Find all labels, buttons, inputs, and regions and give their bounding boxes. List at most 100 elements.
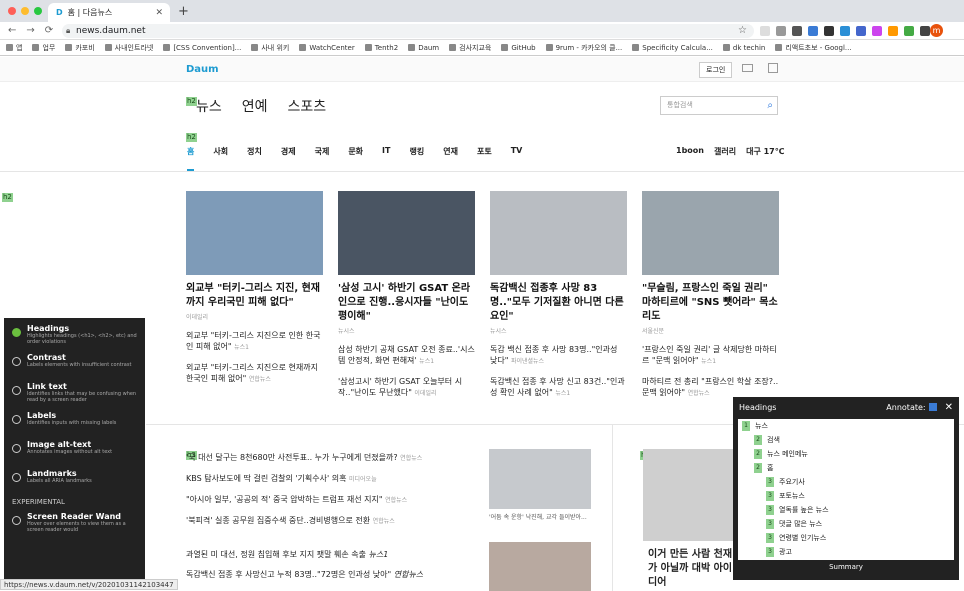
- heading-row[interactable]: 2 뉴스 메인메뉴: [738, 447, 954, 461]
- related-title[interactable]: 외교부 "터키-그리스 지진으로 인한 한국인 피해 없어": [186, 331, 321, 351]
- summary-link[interactable]: Summary: [733, 563, 959, 571]
- radio-icon[interactable]: [12, 415, 21, 424]
- radio-icon[interactable]: [12, 386, 21, 395]
- mail-icon[interactable]: [742, 64, 753, 72]
- login-button[interactable]: 로그인: [699, 62, 733, 78]
- news-title[interactable]: 독감백신 접종후 사망 83명.."모두 기저질환 아니면 다른 요인": [490, 282, 627, 324]
- photo-caption[interactable]: '어둠 속 운항' 낙진해, 교각 들이받아...: [489, 512, 587, 521]
- forward-icon[interactable]: →: [26, 25, 34, 36]
- bookmark-item[interactable]: 사내 위키: [251, 43, 289, 53]
- list-title[interactable]: 과열된 미 대선, 정원 침입해 후보 지지 팻말 훼손 속출: [186, 550, 366, 559]
- related-news[interactable]: '프랑스인 죽일 권리' 글 삭제당한 마하티르 "문맥 읽어야" 뉴스1: [642, 344, 779, 367]
- a11y-option[interactable]: Screen Reader Wand Hover over elements to…: [4, 506, 145, 535]
- window-controls[interactable]: [8, 7, 42, 15]
- menu-item[interactable]: 정치: [247, 146, 262, 171]
- bookmark-item[interactable]: Specificity Calcula...: [632, 44, 713, 52]
- related-news[interactable]: 마하티르 전 총리 "프랑스인 학살 조장?..문맥 읽어야" 연합뉴스: [642, 376, 779, 399]
- news-image[interactable]: [338, 191, 475, 275]
- menu-item[interactable]: 홈: [187, 146, 195, 171]
- tab-close-icon[interactable]: ✕: [155, 8, 163, 18]
- news-card[interactable]: 독감백신 접종후 사망 83명.."모두 기저질환 아니면 다른 요인" 뉴시스 독…: [490, 191, 627, 399]
- heading-row[interactable]: 2홈: [738, 461, 954, 475]
- bookmark-item[interactable]: Daum: [408, 44, 439, 52]
- related-news[interactable]: 외교부 "터키-그리스 지진으로 현재까지 한국인 피해 없어" 연합뉴스: [186, 362, 323, 385]
- photo-thumbnail[interactable]: [489, 449, 591, 509]
- annotate-toggle[interactable]: Annotate:: [886, 403, 937, 412]
- menu-item[interactable]: 포토: [477, 146, 492, 171]
- radio-icon[interactable]: [12, 444, 21, 453]
- radio-icon[interactable]: [12, 328, 21, 337]
- related-news[interactable]: 삼성 하반기 공채 GSAT 오전 종료..'시스템 안정적, 화면 편해져' …: [338, 344, 475, 367]
- apps-grid-icon[interactable]: [768, 63, 778, 73]
- news-card[interactable]: '삼성 고시' 하반기 GSAT 온라인으로 진행..응시자들 "난이도 평이해…: [338, 191, 475, 399]
- heading-row[interactable]: 1 뉴스: [738, 419, 954, 433]
- heading-row[interactable]: 3 댓글 많은 뉴스: [738, 517, 954, 531]
- list-item[interactable]: 과열된 미 대선, 정원 침입해 후보 지지 팻말 훼손 속출 뉴스1: [186, 545, 423, 565]
- bookmark-item[interactable]: dk techin: [722, 44, 765, 52]
- heading-row[interactable]: 3 열독률 높은 뉴스: [738, 503, 954, 517]
- menu-gallery[interactable]: 갤러리: [714, 146, 736, 157]
- tab-entertainment[interactable]: 연예: [242, 96, 268, 116]
- list-title[interactable]: '북피격' 실종 공무원 집중수색 중단..경비병행으로 전환: [186, 516, 370, 525]
- news-title[interactable]: 외교부 "터키-그리스 지진, 현재까지 우리국민 피해 없다": [186, 282, 323, 310]
- list-item[interactable]: '북피격' 실종 공무원 집중수색 중단..경비병행으로 전환 연합뉴스: [186, 511, 422, 532]
- menu-item[interactable]: 연재: [443, 146, 458, 171]
- news-title[interactable]: "무슬림, 프랑스인 죽일 권리" 마하티르에 "SNS 뺏어라" 목소리도: [642, 282, 779, 324]
- bookmark-item[interactable]: 리액트초보 - Googl...: [775, 43, 852, 53]
- bookmark-item[interactable]: Tenth2: [364, 44, 398, 52]
- new-tab-icon[interactable]: +: [178, 4, 189, 19]
- list-title[interactable]: "아시아 일부, '공공의 적' 중국 압박하는 트럼프 재선 지지": [186, 495, 383, 504]
- menu-item[interactable]: 랭킹: [409, 146, 424, 171]
- bookmark-star-icon[interactable]: ☆: [738, 25, 747, 36]
- list-item[interactable]: "아시아 일부, '공공의 적' 중국 압박하는 트럼프 재선 지지" 연합뉴스: [186, 490, 422, 511]
- menu-1boon[interactable]: 1boon: [676, 146, 704, 157]
- related-title[interactable]: 독감 백신 접종 후 사망 83명.."인과성 낮다": [490, 345, 617, 365]
- news-image[interactable]: [490, 191, 627, 275]
- a11y-option[interactable]: Link text Identifies links that may be co…: [4, 376, 145, 405]
- radio-icon[interactable]: [12, 516, 21, 525]
- radio-icon[interactable]: [12, 473, 21, 482]
- related-news[interactable]: '삼성고시' 하반기 GSAT 오늘부터 시작.."난이도 무난했다" 이데일리: [338, 376, 475, 399]
- news-card[interactable]: "무슬림, 프랑스인 죽일 권리" 마하티르에 "SNS 뺏어라" 목소리도 서울…: [642, 191, 779, 399]
- menu-item[interactable]: 국제: [315, 146, 330, 171]
- list-title[interactable]: KBS 탐사보도에 딱 걸린 검찰의 '기획수사' 의혹: [186, 474, 346, 483]
- reload-icon[interactable]: ⟳: [45, 25, 53, 36]
- list-title[interactable]: '국 대선 달구는 8천680만 사전투표.. 누가 누구에게 던졌을까?: [186, 453, 398, 462]
- related-news[interactable]: 독감백신 접종 후 사망 신고 83건.."인과성 확인 사례 없어" 뉴스1: [490, 376, 627, 399]
- related-title[interactable]: 삼성 하반기 공채 GSAT 오전 종료..'시스템 안정적, 화면 편해져': [338, 345, 475, 365]
- heading-row[interactable]: 3 포토뉴스: [738, 489, 954, 503]
- a11y-option[interactable]: Landmarks Labels all ARIA landmarks: [4, 463, 145, 492]
- bookmark-item[interactable]: [CSS Convention]...: [163, 44, 241, 52]
- search-input[interactable]: 통합검색 ⌕: [660, 96, 778, 115]
- list-item[interactable]: 독감백신 접종 후 사망신고 누적 83명.."72명은 인과성 낮아" 연합뉴…: [186, 565, 423, 585]
- list-item[interactable]: KBS 탐사보도에 딱 걸린 검찰의 '기획수사' 의혹 미디어오늘: [186, 469, 422, 490]
- menu-item[interactable]: 사회: [213, 146, 228, 171]
- menu-item[interactable]: 문화: [348, 146, 363, 171]
- bookmark-item[interactable]: 카포비: [65, 43, 95, 53]
- heading-row[interactable]: 3 연령별 인기뉴스: [738, 531, 954, 545]
- daum-logo[interactable]: Daum: [186, 64, 219, 75]
- related-title[interactable]: '삼성고시' 하반기 GSAT 오늘부터 시작.."난이도 무난했다": [338, 377, 462, 397]
- menu-item[interactable]: 경제: [281, 146, 296, 171]
- bookmark-item[interactable]: 검사지교육: [449, 43, 491, 53]
- profile-avatar[interactable]: m: [930, 24, 943, 37]
- heading-row[interactable]: 3 주요기사: [738, 475, 954, 489]
- feature-title[interactable]: 이거 만든 사람 천재가 아닐까 대박 아이디어: [648, 548, 738, 590]
- a11y-option[interactable]: Image alt-text Annotates images without a…: [4, 434, 145, 463]
- news-image[interactable]: [642, 191, 779, 275]
- bookmark-item[interactable]: GitHub: [501, 44, 536, 52]
- bookmark-item[interactable]: 업무: [32, 43, 55, 53]
- list-title[interactable]: 독감백신 접종 후 사망신고 누적 83명.."72명은 인과성 낮아": [186, 570, 391, 579]
- related-title[interactable]: 마하티르 전 총리 "프랑스인 학살 조장?..문맥 읽어야": [642, 377, 778, 397]
- news-image[interactable]: [186, 191, 323, 275]
- back-icon[interactable]: ←: [8, 25, 16, 36]
- menu-item[interactable]: TV: [511, 146, 523, 171]
- news-title[interactable]: '삼성 고시' 하반기 GSAT 온라인으로 진행..응시자들 "난이도 평이해…: [338, 282, 475, 324]
- bookmark-item[interactable]: 사내인트라넷: [104, 43, 153, 53]
- photo-thumbnail-2[interactable]: [489, 542, 591, 591]
- bookmark-item[interactable]: WatchCenter: [299, 44, 355, 52]
- weather-widget[interactable]: 대구 17℃: [746, 146, 784, 157]
- news-card[interactable]: 외교부 "터키-그리스 지진, 현재까지 우리국민 피해 없다" 이데일리 외교부 …: [186, 191, 323, 385]
- a11y-option[interactable]: Labels Identifies inputs with missing lab…: [4, 405, 145, 434]
- related-news[interactable]: 독감 백신 접종 후 사망 83명.."인과성 낮다" 파이낸셜뉴스: [490, 344, 627, 367]
